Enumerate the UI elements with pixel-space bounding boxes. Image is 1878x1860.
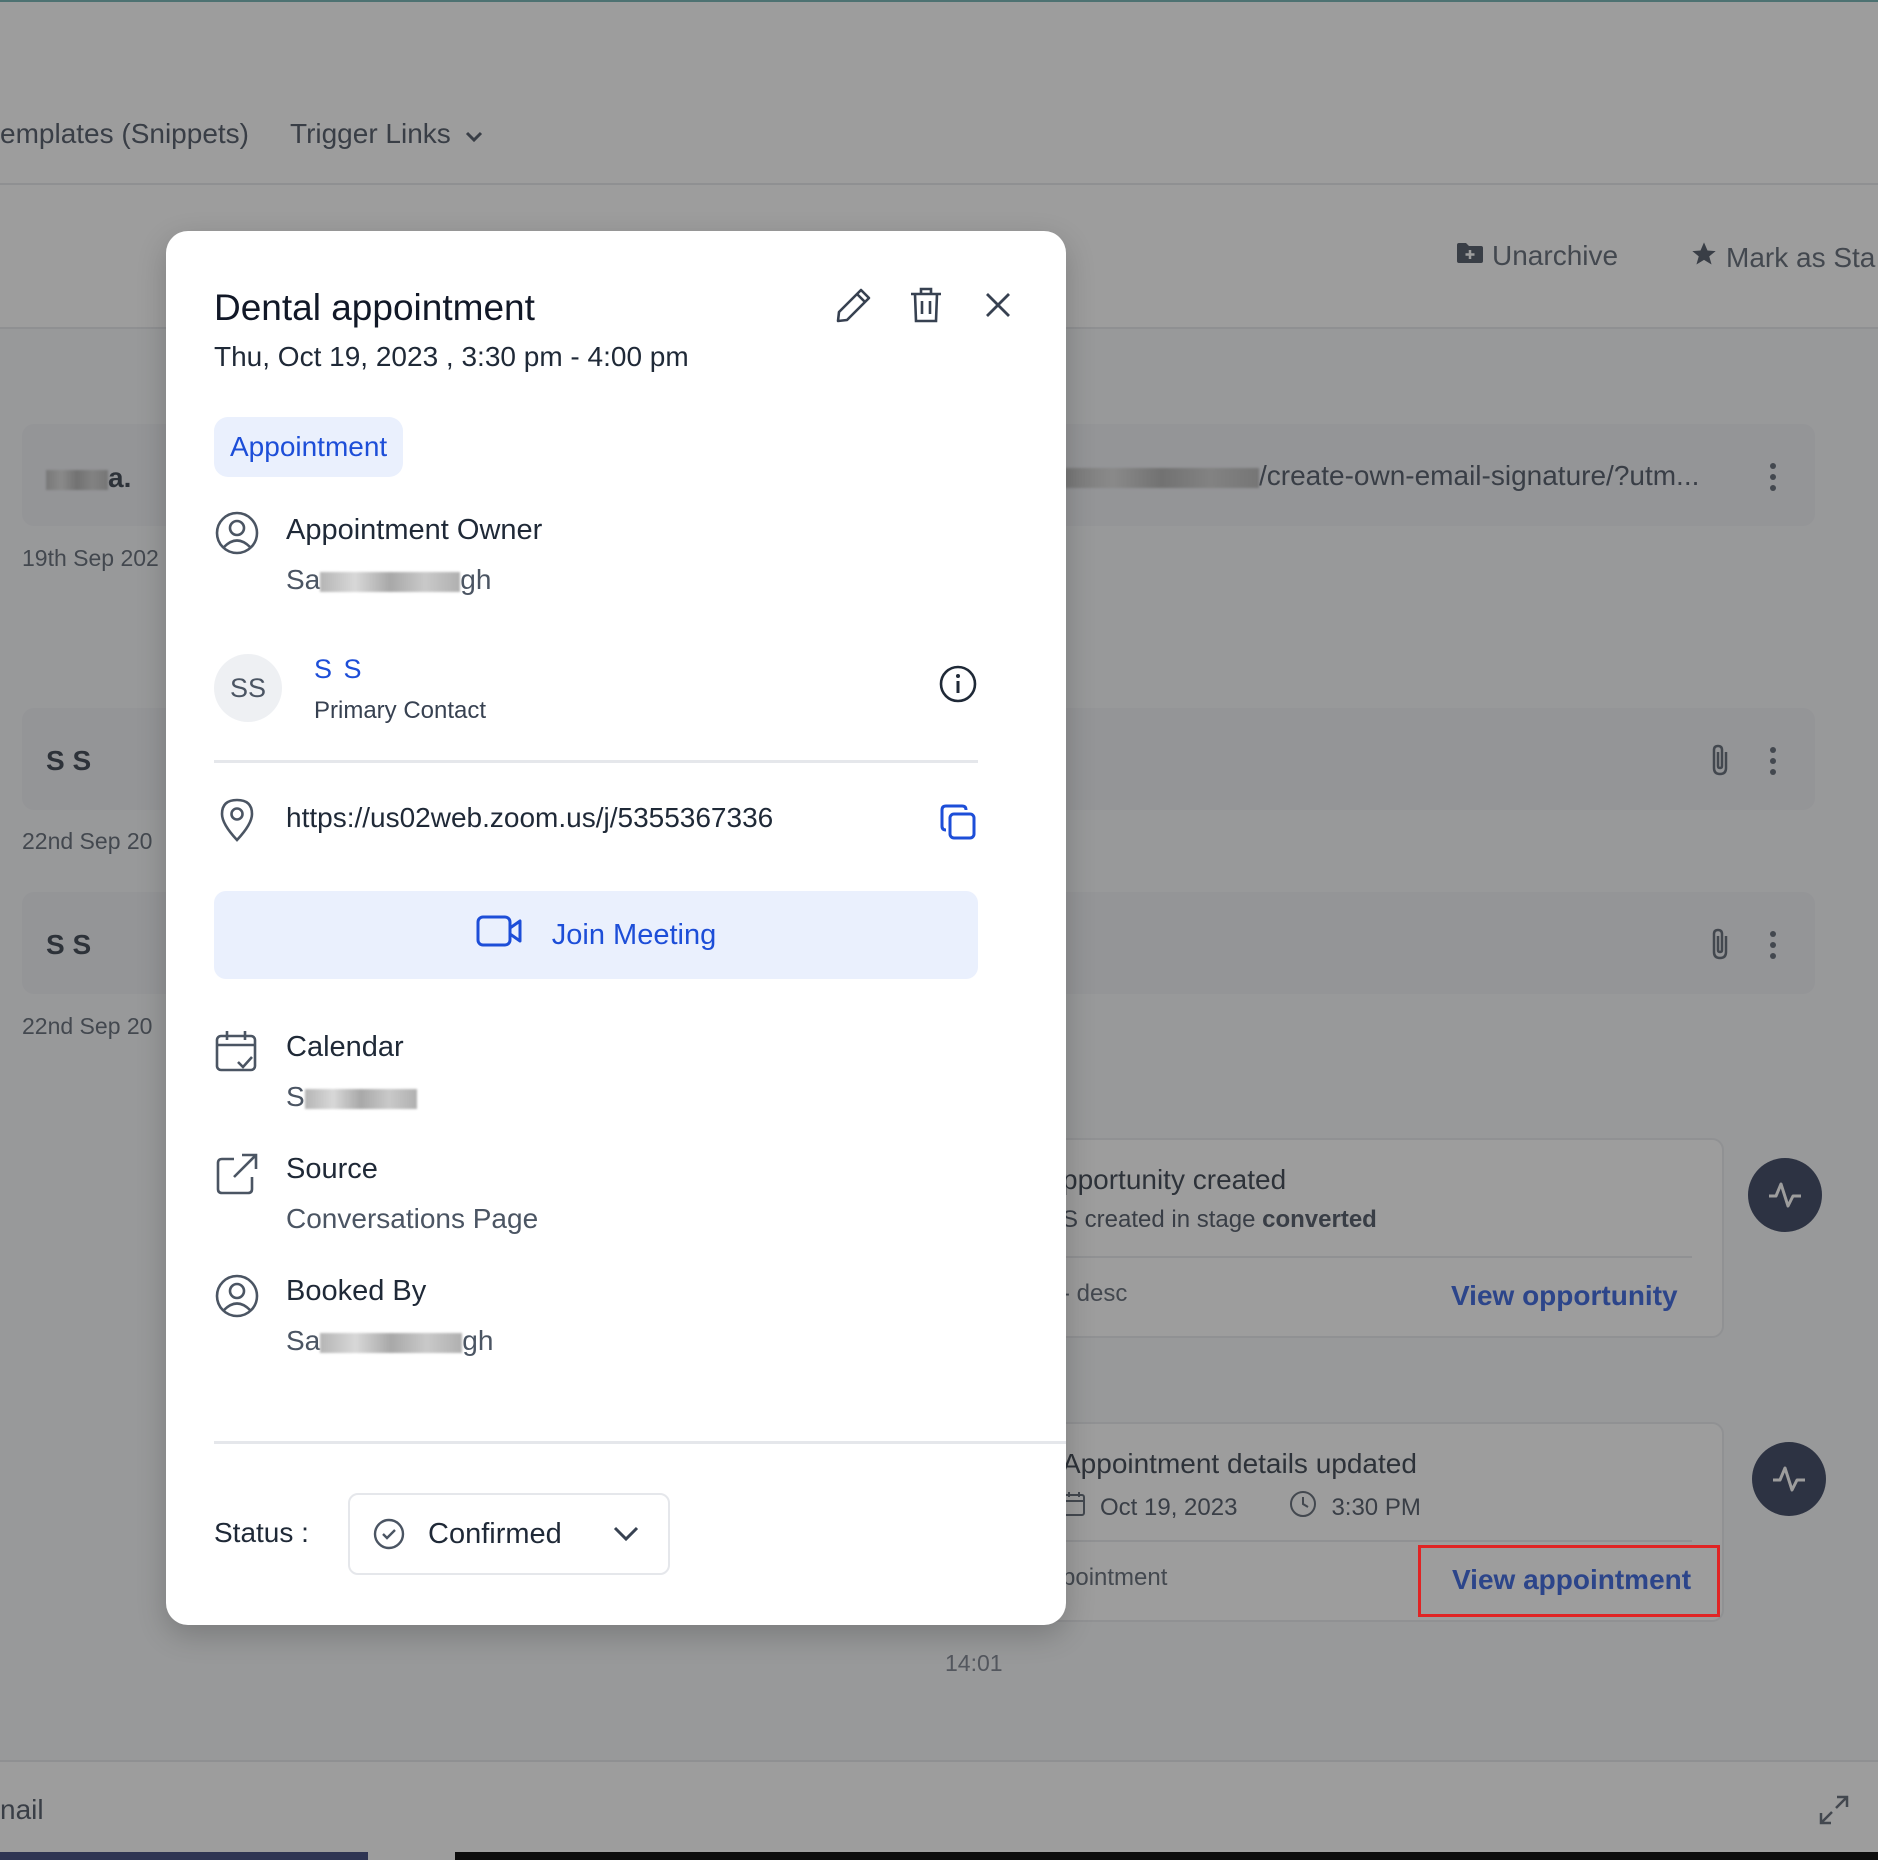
join-meeting-label: Join Meeting (551, 918, 717, 951)
owner-label: Appointment Owner (286, 514, 543, 546)
status-label: Status : (214, 1517, 309, 1548)
source-value: Conversations Page (286, 1203, 539, 1234)
booked-by-value: Sa gh (286, 1325, 494, 1356)
owner-value: Sa gh (286, 564, 492, 595)
copy-icon[interactable] (938, 802, 978, 847)
video-camera-icon (476, 914, 522, 956)
section-divider (214, 760, 978, 763)
taskbar-strip (0, 1852, 368, 1860)
section-divider (214, 1441, 1066, 1444)
join-meeting-button[interactable]: Join Meeting (214, 891, 978, 979)
taskbar-strip (455, 1852, 1878, 1860)
contact-role: Primary Contact (314, 697, 487, 724)
appointment-type-tag: Appointment (214, 417, 404, 477)
calendar-check-icon (214, 1029, 260, 1075)
user-circle-icon (214, 510, 260, 556)
user-circle-icon (214, 1273, 260, 1319)
booked-by-label: Booked By (286, 1275, 427, 1307)
edit-icon[interactable] (834, 285, 874, 325)
appointment-modal: Dental appointment Thu, Oct 19, 2023 , 3… (166, 231, 1066, 1625)
calendar-value: S (286, 1081, 417, 1113)
highlight-box (1418, 1545, 1720, 1617)
check-circle-icon (372, 1517, 406, 1551)
map-pin-icon (214, 796, 260, 842)
status-value: Confirmed (428, 1517, 562, 1550)
contact-avatar: SS (214, 654, 282, 722)
modal-title: Dental appointment (214, 287, 535, 328)
chevron-down-icon (612, 1525, 640, 1543)
external-link-icon (214, 1151, 260, 1197)
source-label: Source (286, 1153, 378, 1185)
status-select[interactable]: Confirmed (348, 1493, 670, 1575)
contact-name-link[interactable]: S S (314, 654, 364, 685)
calendar-label: Calendar (286, 1031, 404, 1063)
meeting-url: https://us02web.zoom.us/j/5355367336 (286, 802, 774, 833)
delete-icon[interactable] (906, 285, 946, 325)
close-icon[interactable] (978, 285, 1018, 325)
appointment-datetime: Thu, Oct 19, 2023 , 3:30 pm - 4:00 pm (214, 341, 689, 372)
info-icon[interactable] (938, 664, 978, 709)
